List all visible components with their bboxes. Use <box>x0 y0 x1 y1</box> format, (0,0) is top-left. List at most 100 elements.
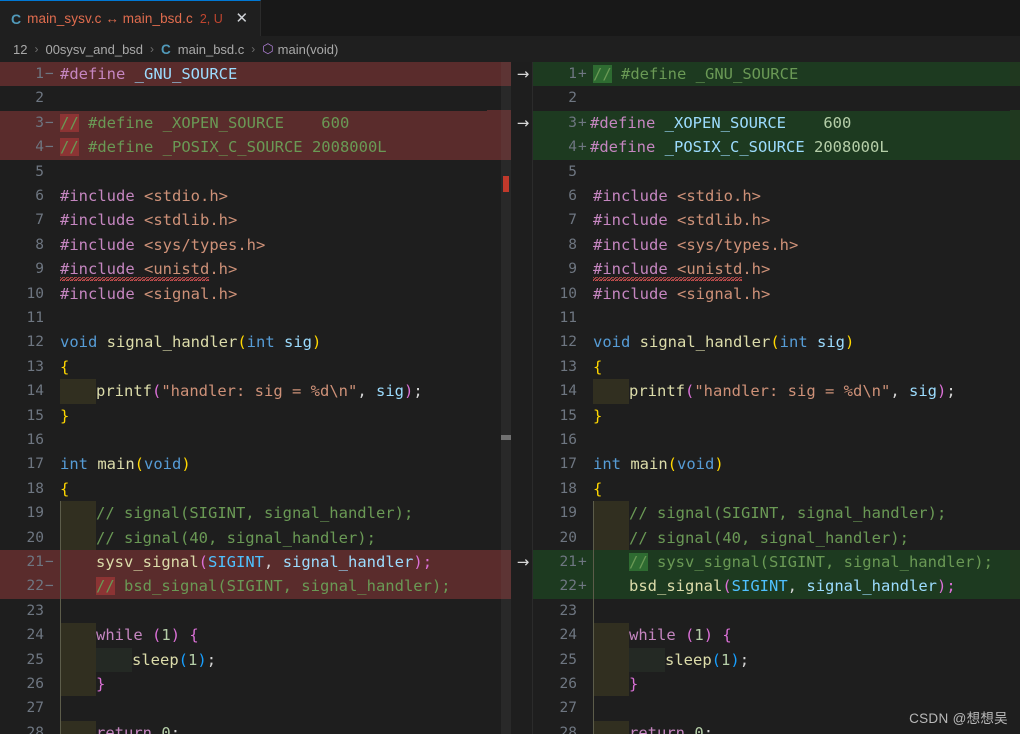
code-line[interactable]: 1 − #define _GNU_SOURCE <box>0 62 487 87</box>
code-line[interactable]: 21 − sysv_signal(SIGINT, signal_handler)… <box>0 550 487 575</box>
code-line[interactable]: 4 − // #define _POSIX_C_SOURCE 2008000L <box>0 135 487 160</box>
code-line[interactable]: 18 { <box>0 477 487 501</box>
line-number: 11 <box>559 310 577 326</box>
code-line[interactable]: 26 } <box>533 672 1020 697</box>
code-text: } <box>60 406 70 425</box>
code-text: return 0; <box>96 723 181 734</box>
line-number: 14 <box>559 383 577 400</box>
code-text: #include <stdio.h> <box>60 187 228 205</box>
indent-guide <box>594 501 629 526</box>
code-line[interactable]: 28 return 0; <box>0 720 487 734</box>
diff-marker: + <box>578 554 587 570</box>
code-line[interactable]: 14 printf("handler: sig = %d\n", sig); <box>533 379 1020 404</box>
breadcrumb-item-3[interactable]: main(void) <box>278 42 339 57</box>
diff-pane-original[interactable]: 1 − #define _GNU_SOURCE 2 3 − // #define… <box>0 62 487 734</box>
code-text: // sysv_signal(SIGINT, signal_handler); <box>629 553 993 571</box>
left-editor-scrollbar[interactable] <box>501 62 511 734</box>
code-line[interactable]: 10 #include <signal.h> <box>533 282 1020 306</box>
code-line[interactable]: 22 − // bsd_signal(SIGINT, signal_handle… <box>0 574 487 599</box>
code-line[interactable]: 1 + // #define _GNU_SOURCE <box>533 62 1020 87</box>
line-number: 5 <box>568 163 577 180</box>
line-number: 25 <box>559 651 577 668</box>
code-line[interactable]: 18 { <box>533 477 1020 501</box>
code-line[interactable]: 16 <box>0 428 487 452</box>
diff-marker: + <box>578 66 587 82</box>
ruler-mark-error <box>503 176 509 192</box>
code-line[interactable]: 24 while (1) { <box>0 623 487 648</box>
code-line[interactable]: 6 #include <stdio.h> <box>533 184 1020 208</box>
code-line[interactable]: 9 #include <unistd.h> <box>0 257 487 281</box>
chevron-right-icon: › <box>150 42 155 56</box>
line-number: 16 <box>559 432 577 448</box>
editor-tab-bar: C main_sysv.c ↔ main_bsd.c 2, U ✕ <box>0 0 1020 36</box>
tab-main-sysv-vs-main-bsd[interactable]: C main_sysv.c ↔ main_bsd.c 2, U ✕ <box>0 0 261 36</box>
diff-pane-modified[interactable]: 1 + // #define _GNU_SOURCE 2 3 + #define… <box>533 62 1020 734</box>
code-line[interactable]: 23 <box>533 598 1020 624</box>
code-line[interactable]: 10 #include <signal.h> <box>0 282 487 306</box>
change-arrow-icon[interactable]: → <box>513 111 533 135</box>
line-number: 20 <box>559 529 577 546</box>
code-line[interactable]: 12 void signal_handler(int sig) <box>0 330 487 354</box>
code-line[interactable]: 26 } <box>0 672 487 697</box>
line-number: 1 <box>35 66 44 82</box>
code-text: int main(void) <box>60 455 191 474</box>
code-line[interactable]: 22 + bsd_signal(SIGINT, signal_handler); <box>533 574 1020 599</box>
code-line[interactable]: 13 { <box>0 355 487 379</box>
code-line[interactable]: 20 // signal(40, signal_handler); <box>0 525 487 550</box>
code-line[interactable]: 17 int main(void) <box>0 452 487 476</box>
code-line[interactable]: 24 while (1) { <box>533 623 1020 648</box>
change-arrow-icon[interactable]: → <box>513 62 533 86</box>
code-line[interactable]: 14 printf("handler: sig = %d\n", sig); <box>0 379 487 404</box>
left-overview-ruler[interactable] <box>487 62 501 734</box>
indent-guide <box>96 647 132 672</box>
change-arrow-icon[interactable]: → <box>513 550 533 574</box>
code-line[interactable]: 5 <box>533 160 1020 184</box>
code-line[interactable]: 8 #include <sys/types.h> <box>533 233 1020 257</box>
code-line[interactable]: 15 } <box>533 404 1020 428</box>
code-text: // signal(40, signal_handler); <box>629 528 909 547</box>
indent-guide <box>629 647 665 672</box>
code-line[interactable]: 3 − // #define _XOPEN_SOURCE 600 <box>0 110 487 136</box>
code-line[interactable]: 19 // signal(SIGINT, signal_handler); <box>0 501 487 526</box>
code-line[interactable]: 2 <box>0 86 487 110</box>
code-line[interactable]: 9 #include <unistd.h> <box>533 257 1020 281</box>
code-line[interactable]: 5 <box>0 160 487 184</box>
code-line[interactable]: 23 <box>0 598 487 624</box>
code-line[interactable]: 4 + #define _POSIX_C_SOURCE 2008000L <box>533 135 1020 160</box>
code-text: // #define _XOPEN_SOURCE 600 <box>60 113 350 132</box>
code-line[interactable]: 11 <box>0 306 487 330</box>
code-line[interactable]: 13 { <box>533 355 1020 379</box>
code-line[interactable]: 7 #include <stdlib.h> <box>533 208 1020 232</box>
code-line[interactable]: 2 <box>533 86 1020 110</box>
code-line[interactable]: 21 + // sysv_signal(SIGINT, signal_handl… <box>533 550 1020 575</box>
code-line[interactable]: 6 #include <stdio.h> <box>0 184 487 208</box>
scrollbar-slider[interactable] <box>501 435 511 440</box>
code-line[interactable]: 16 <box>533 428 1020 452</box>
code-line[interactable]: 25 sleep(1); <box>0 647 487 672</box>
code-line[interactable]: 7 #include <stdlib.h> <box>0 208 487 232</box>
tab-label: main_sysv.c ↔ main_bsd.c <box>27 11 193 26</box>
code-line[interactable]: 3 + #define _XOPEN_SOURCE 600 <box>533 110 1020 136</box>
code-text: { <box>593 357 603 376</box>
code-line[interactable]: 19 // signal(SIGINT, signal_handler); <box>533 501 1020 526</box>
code-line[interactable]: 15 } <box>0 404 487 428</box>
close-icon[interactable]: ✕ <box>233 11 251 26</box>
indent-guide <box>61 647 96 672</box>
right-overview-ruler[interactable] <box>1010 62 1020 734</box>
line-number: 2 <box>35 90 44 107</box>
breadcrumb-item-1[interactable]: 00sysv_and_bsd <box>45 42 143 57</box>
line-number: 17 <box>26 456 44 473</box>
breadcrumb-item-2[interactable]: main_bsd.c <box>178 42 244 57</box>
code-line[interactable]: 27 <box>0 696 487 721</box>
code-line[interactable]: 8 #include <sys/types.h> <box>0 233 487 257</box>
line-number: 3 <box>35 114 44 131</box>
line-number: 8 <box>568 236 577 253</box>
code-line[interactable]: 12 void signal_handler(int sig) <box>533 330 1020 354</box>
line-number: 26 <box>559 676 577 692</box>
code-line[interactable]: 25 sleep(1); <box>533 647 1020 672</box>
breadcrumb-item-0[interactable]: 12 <box>13 42 27 57</box>
diff-marker: − <box>45 114 54 131</box>
code-line[interactable]: 11 <box>533 306 1020 330</box>
code-line[interactable]: 20 // signal(40, signal_handler); <box>533 525 1020 550</box>
code-line[interactable]: 17 int main(void) <box>533 452 1020 476</box>
